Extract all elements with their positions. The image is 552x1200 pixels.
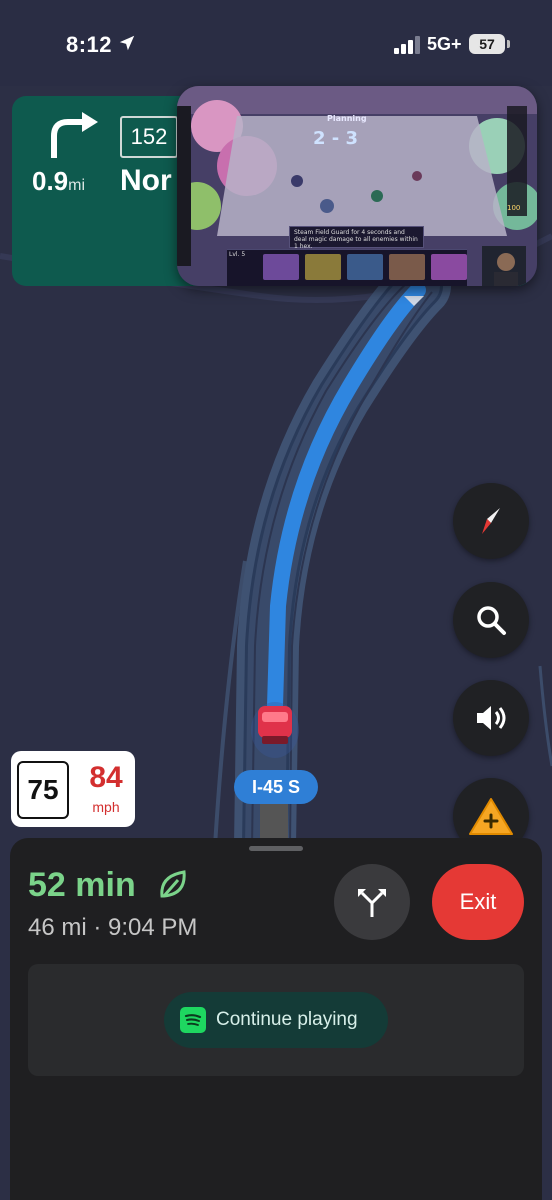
battery-tip [507, 40, 510, 48]
signal-bars-icon [394, 36, 420, 54]
trip-summary: 46 mi · 9:04 PM [28, 914, 198, 941]
battery-indicator: 57 [469, 34, 505, 54]
current-speed: 84 [89, 761, 123, 794]
unit-shop [227, 249, 467, 286]
network-type: 5G+ [427, 34, 462, 54]
road-name-badge: I-45 S [234, 770, 318, 804]
route-shield: 152 [120, 116, 178, 158]
sound-button[interactable] [453, 680, 529, 756]
distance-unit: mi [68, 177, 86, 194]
continue-playing-button[interactable]: Continue playing [164, 992, 388, 1048]
drag-handle[interactable] [249, 846, 303, 851]
location-arrow-icon [119, 35, 135, 51]
player-level: Lvl. 5 [229, 251, 246, 258]
turn-right-icon [51, 112, 98, 158]
car-position-icon [251, 702, 299, 758]
volume-icon [477, 706, 506, 730]
picture-in-picture-video[interactable]: Planning 2 - 3 Steam Field Guard for 4 s… [177, 86, 537, 286]
turn-distance: 0.9mi [32, 166, 85, 197]
speed-indicator: 75 84 mph [11, 751, 135, 827]
eco-leaf-icon [160, 870, 186, 898]
report-incident-icon [469, 798, 513, 835]
alternate-routes-icon [358, 889, 386, 917]
shop-card [263, 254, 299, 280]
speed-limit-sign: 75 [17, 761, 69, 819]
status-bar: 8:12 5G+ 57 [0, 0, 552, 86]
spotify-icon [180, 1007, 206, 1033]
shop-card [431, 254, 467, 280]
ability-tooltip: Steam Field Guard for 4 seconds and deal… [289, 226, 424, 250]
compass-icon [482, 508, 500, 534]
search-button[interactable] [453, 582, 529, 658]
game-score: 2 - 3 [313, 128, 359, 149]
search-icon [477, 606, 506, 635]
compass-button[interactable] [453, 483, 529, 559]
shop-card [389, 254, 425, 280]
shop-card [305, 254, 341, 280]
gold-counter: 100 [507, 204, 521, 212]
exit-navigation-button[interactable]: Exit [432, 864, 524, 940]
distance-value: 0.9 [32, 166, 69, 196]
speed-unit: mph [92, 799, 120, 815]
trip-bottom-sheet[interactable]: 52 min 46 mi · 9:04 PM Exit Continue pla… [10, 838, 542, 1200]
street-name: Nor [120, 164, 172, 197]
game-phase: Planning [327, 114, 367, 123]
media-card: Continue playing [28, 964, 524, 1076]
shop-card [347, 254, 383, 280]
alternate-routes-button[interactable] [334, 864, 410, 940]
continue-playing-label: Continue playing [216, 1009, 358, 1030]
webcam-overlay [482, 246, 526, 286]
status-time: 8:12 [66, 32, 113, 57]
eta-duration: 52 min [28, 866, 136, 904]
